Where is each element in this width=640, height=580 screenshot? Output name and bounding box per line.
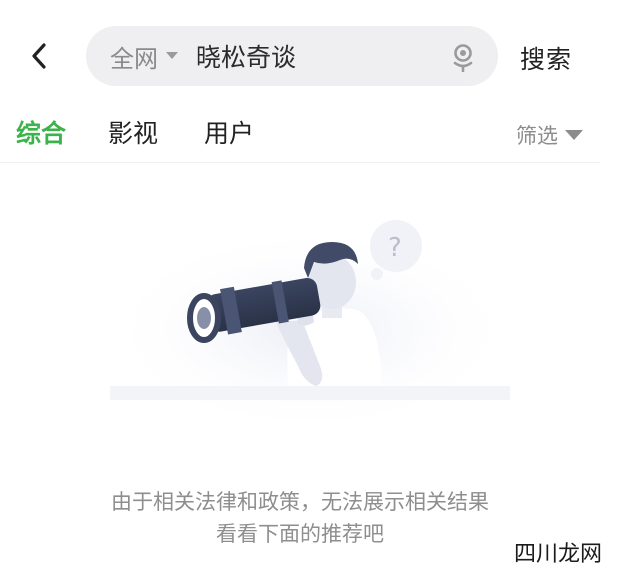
svg-text:?: ? [388,233,402,263]
empty-state-illustration: ? [90,190,530,430]
caret-down-icon [564,129,584,141]
divider [0,162,600,163]
filter-label: 筛选 [516,124,558,148]
watermark: 四川龙网 [514,542,603,567]
tab-film-tv[interactable]: 影视 [108,114,158,150]
empty-state-line-2: 看看下面的推荐吧 [216,522,384,546]
empty-state-message: 由于相关法律和政策，无法展示相关结果 看看下面的推荐吧 [0,486,600,550]
search-input[interactable]: 晓松奇谈 [196,38,296,74]
tab-users[interactable]: 用户 [204,114,254,150]
tab-bar: 综合 影视 用户 筛选 [0,106,640,156]
empty-state-line-1: 由于相关法律和政策，无法展示相关结果 [111,490,489,514]
search-box[interactable]: 全网 晓松奇谈 [86,26,498,86]
back-button[interactable] [24,38,54,74]
search-scope-label: 全网 [110,44,158,73]
filter-button[interactable]: 筛选 [516,120,584,150]
microphone-icon[interactable] [450,42,476,73]
caret-down-icon [166,52,178,60]
search-button[interactable]: 搜索 [520,40,572,76]
top-bar: 全网 晓松奇谈 搜索 [0,0,640,110]
chevron-left-icon [32,43,46,69]
tab-comprehensive[interactable]: 综合 [16,114,66,150]
search-scope-dropdown[interactable]: 全网 [110,39,196,74]
